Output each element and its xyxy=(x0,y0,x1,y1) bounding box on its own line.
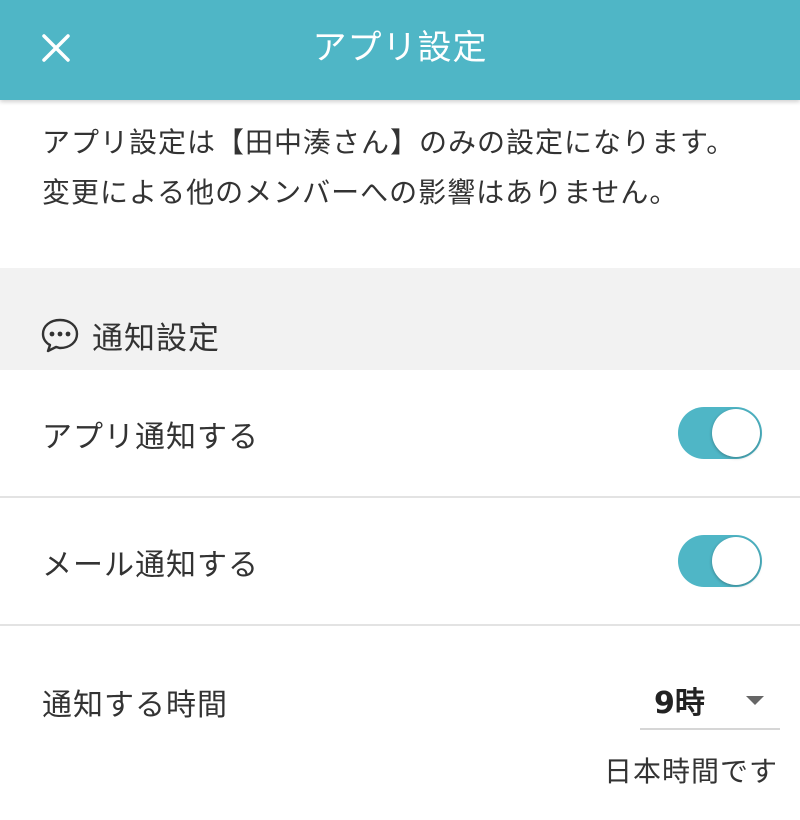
app-notification-toggle[interactable] xyxy=(678,407,762,459)
toggle-knob xyxy=(712,409,760,457)
timezone-note: 日本時間です xyxy=(603,755,778,788)
mail-notification-label: メール通知する xyxy=(42,548,259,583)
section-title: 通知設定 xyxy=(92,320,220,357)
app-notification-row: アプリ通知する xyxy=(0,370,800,498)
caret-down-icon xyxy=(746,696,764,705)
settings-notice: アプリ設定は【田中湊さん】のみの設定になります。変更による他のメンバーへの影響は… xyxy=(42,126,736,209)
app-notification-label: アプリ通知する xyxy=(42,420,259,455)
toggle-knob xyxy=(712,537,760,585)
chat-bubble-icon xyxy=(41,318,79,353)
notify-time-label: 通知する時間 xyxy=(42,688,228,723)
app-header: アプリ設定 xyxy=(0,0,800,100)
mail-notification-toggle[interactable] xyxy=(678,535,762,587)
notify-time-value: 9時 xyxy=(654,686,705,721)
notification-section-header: 通知設定 xyxy=(40,312,220,358)
notify-time-select[interactable]: 9時 xyxy=(640,668,780,730)
page-title: アプリ設定 xyxy=(312,28,488,68)
mail-notification-row: メール通知する xyxy=(0,498,800,626)
